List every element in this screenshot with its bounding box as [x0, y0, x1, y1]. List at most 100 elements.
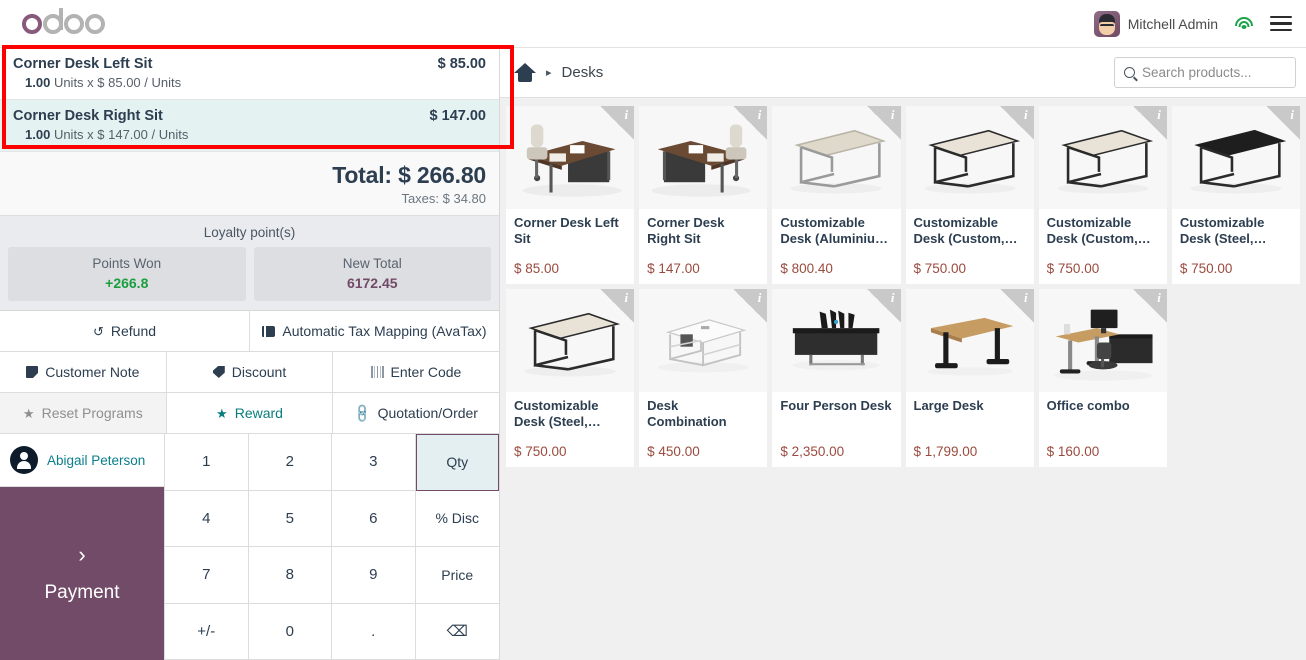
link-icon: 🔗 — [351, 401, 374, 425]
numpad: 1 2 3 Qty 4 5 6 % Disc 7 8 9 Price +/- 0… — [165, 434, 499, 660]
product-info-badge[interactable]: i — [1266, 106, 1300, 140]
order-line-price: $ 85.00 — [437, 56, 486, 72]
product-grid: i Corner Desk Left Sit $ 85.00 i Corner … — [506, 106, 1300, 467]
order-line-name: Corner Desk Left Sit — [13, 56, 153, 72]
numpad-key-qty[interactable]: Qty — [415, 434, 499, 491]
numpad-key-8[interactable]: 8 — [248, 547, 332, 604]
numpad-key-price[interactable]: Price — [415, 547, 499, 604]
payment-button[interactable]: › Payment — [0, 487, 164, 660]
order-lines: Corner Desk Left Sit $ 85.00 1.00 Units … — [0, 48, 499, 152]
search-icon — [1124, 67, 1135, 78]
numpad-key-decimal[interactable]: . — [332, 603, 416, 660]
odoo-logo[interactable] — [16, 7, 105, 34]
order-line[interactable]: Corner Desk Left Sit $ 85.00 1.00 Units … — [0, 48, 499, 100]
loyalty-title: Loyalty point(s) — [203, 225, 296, 240]
product-info-badge[interactable]: i — [733, 289, 768, 323]
product-card[interactable]: i Customizable Desk (Steel,… $ 750.00 — [506, 289, 635, 467]
numpad-key-1[interactable]: 1 — [165, 434, 249, 491]
product-card[interactable]: i Customizable Desk (Custom,… $ 750.00 — [1038, 106, 1167, 284]
product-info-badge[interactable]: i — [1132, 289, 1167, 323]
product-price: $ 160.00 — [1046, 444, 1100, 459]
product-price: $ 85.00 — [514, 261, 560, 276]
user-name: Mitchell Admin — [1127, 15, 1218, 32]
numpad-key-6[interactable]: 6 — [332, 490, 416, 547]
chevron-right-icon: › — [78, 541, 86, 567]
product-name: Corner Desk Right Sit — [647, 215, 725, 247]
product-card[interactable]: i Corner Desk Right Sit $ 147.00 — [639, 106, 768, 284]
numpad-key-9[interactable]: 9 — [332, 547, 416, 604]
logo-letter-o1 — [22, 13, 42, 34]
top-bar: Mitchell Admin — [0, 0, 1306, 48]
reset-programs-button[interactable]: ★ Reset Programs — [0, 393, 167, 433]
numpad-key-plusminus[interactable]: +/- — [165, 603, 249, 660]
numpad-key-3[interactable]: 3 — [332, 434, 416, 491]
numpad-key-5[interactable]: 5 — [248, 490, 332, 547]
tax-mapping-button[interactable]: Automatic Tax Mapping (AvaTax) — [250, 311, 499, 351]
note-icon — [26, 366, 39, 378]
star-icon: ★ — [216, 405, 228, 421]
order-line-detail: 1.00 Units x $ 147.00 / Units — [13, 127, 486, 142]
home-icon[interactable] — [514, 63, 536, 82]
main-body: Corner Desk Left Sit $ 85.00 1.00 Units … — [0, 48, 1306, 660]
product-name: Corner Desk Left Sit — [514, 215, 619, 247]
refund-button[interactable]: ↻ Refund — [0, 311, 250, 351]
product-info-badge[interactable]: i — [999, 106, 1034, 140]
quotation-order-button[interactable]: 🔗 Quotation/Order — [333, 393, 500, 433]
product-card[interactable]: i Customizable Desk (Aluminiu… $ 800.40 — [772, 106, 901, 284]
customer-note-button[interactable]: Customer Note — [0, 352, 167, 392]
product-name: Office combo — [1046, 398, 1130, 413]
new-total-label: New Total — [342, 256, 402, 271]
product-name: Customizable Desk (Steel,… — [1179, 215, 1267, 247]
product-info-badge[interactable]: i — [866, 289, 901, 323]
customer-button[interactable]: Abigail Peterson — [0, 434, 164, 487]
product-info-badge[interactable]: i — [866, 106, 901, 140]
order-totals: Total: $ 266.80 Taxes: $ 34.80 — [0, 152, 499, 216]
product-card[interactable]: i Office combo $ 160.00 — [1038, 289, 1167, 467]
product-name: Customizable Desk (Steel,… — [514, 398, 601, 430]
wifi-icon[interactable] — [1234, 16, 1254, 32]
numpad-key-0[interactable]: 0 — [248, 603, 332, 660]
customer-name: Abigail Peterson — [47, 452, 146, 468]
product-card[interactable]: i Desk Combination $ 450.00 — [639, 289, 768, 467]
product-info-badge[interactable]: i — [1132, 106, 1167, 140]
customer-note-label: Customer Note — [45, 364, 140, 380]
product-card[interactable]: i Four Person Desk $ 2,350.00 — [772, 289, 901, 467]
breadcrumb-category[interactable]: Desks — [562, 64, 604, 81]
numpad-key-backspace[interactable]: ⌫ — [415, 603, 499, 660]
numpad-key-discount[interactable]: % Disc — [415, 490, 499, 547]
new-total-card: New Total 6172.45 — [253, 247, 491, 301]
discount-button[interactable]: Discount — [166, 352, 334, 392]
top-bar-right: Mitchell Admin — [1093, 10, 1292, 37]
product-card[interactable]: i Large Desk $ 1,799.00 — [905, 289, 1034, 467]
numpad-key-7[interactable]: 7 — [165, 547, 249, 604]
product-info-badge[interactable]: i — [600, 106, 635, 140]
product-price: $ 450.00 — [647, 444, 700, 459]
reset-programs-label: Reset Programs — [41, 405, 143, 421]
order-line-detail: 1.00 Units x $ 85.00 / Units — [13, 75, 486, 90]
control-row-1: ↻ Refund Automatic Tax Mapping (AvaTax) — [0, 311, 499, 352]
product-price: $ 750.00 — [1179, 261, 1233, 276]
product-info-badge[interactable]: i — [733, 106, 768, 140]
search-input[interactable] — [1142, 65, 1286, 80]
order-line[interactable]: Corner Desk Right Sit $ 147.00 1.00 Unit… — [0, 100, 499, 152]
product-info-badge[interactable]: i — [999, 289, 1034, 323]
numpad-key-4[interactable]: 4 — [165, 490, 249, 547]
hamburger-menu-icon[interactable] — [1270, 15, 1292, 32]
order-line-name: Corner Desk Right Sit — [13, 108, 163, 124]
numpad-key-2[interactable]: 2 — [248, 434, 332, 491]
refund-icon: ↻ — [92, 323, 104, 339]
product-card[interactable]: i Customizable Desk (Steel,… $ 750.00 — [1171, 106, 1300, 284]
book-icon — [262, 325, 276, 337]
search-box[interactable] — [1114, 57, 1296, 88]
order-line-price: $ 147.00 — [429, 108, 486, 124]
product-price: $ 147.00 — [647, 261, 700, 276]
reward-button[interactable]: ★ Reward — [166, 393, 334, 433]
product-price: $ 750.00 — [514, 444, 567, 459]
enter-code-button[interactable]: Enter Code — [333, 352, 500, 392]
product-card[interactable]: i Customizable Desk (Custom,… $ 750.00 — [905, 106, 1034, 284]
user-menu[interactable]: Mitchell Admin — [1093, 10, 1218, 37]
product-card[interactable]: i Corner Desk Left Sit $ 85.00 — [506, 106, 635, 284]
product-info-badge[interactable]: i — [600, 289, 635, 323]
quotation-order-label: Quotation/Order — [377, 405, 478, 421]
loyalty-section: Loyalty point(s) Points Won +266.8 New T… — [0, 216, 499, 311]
